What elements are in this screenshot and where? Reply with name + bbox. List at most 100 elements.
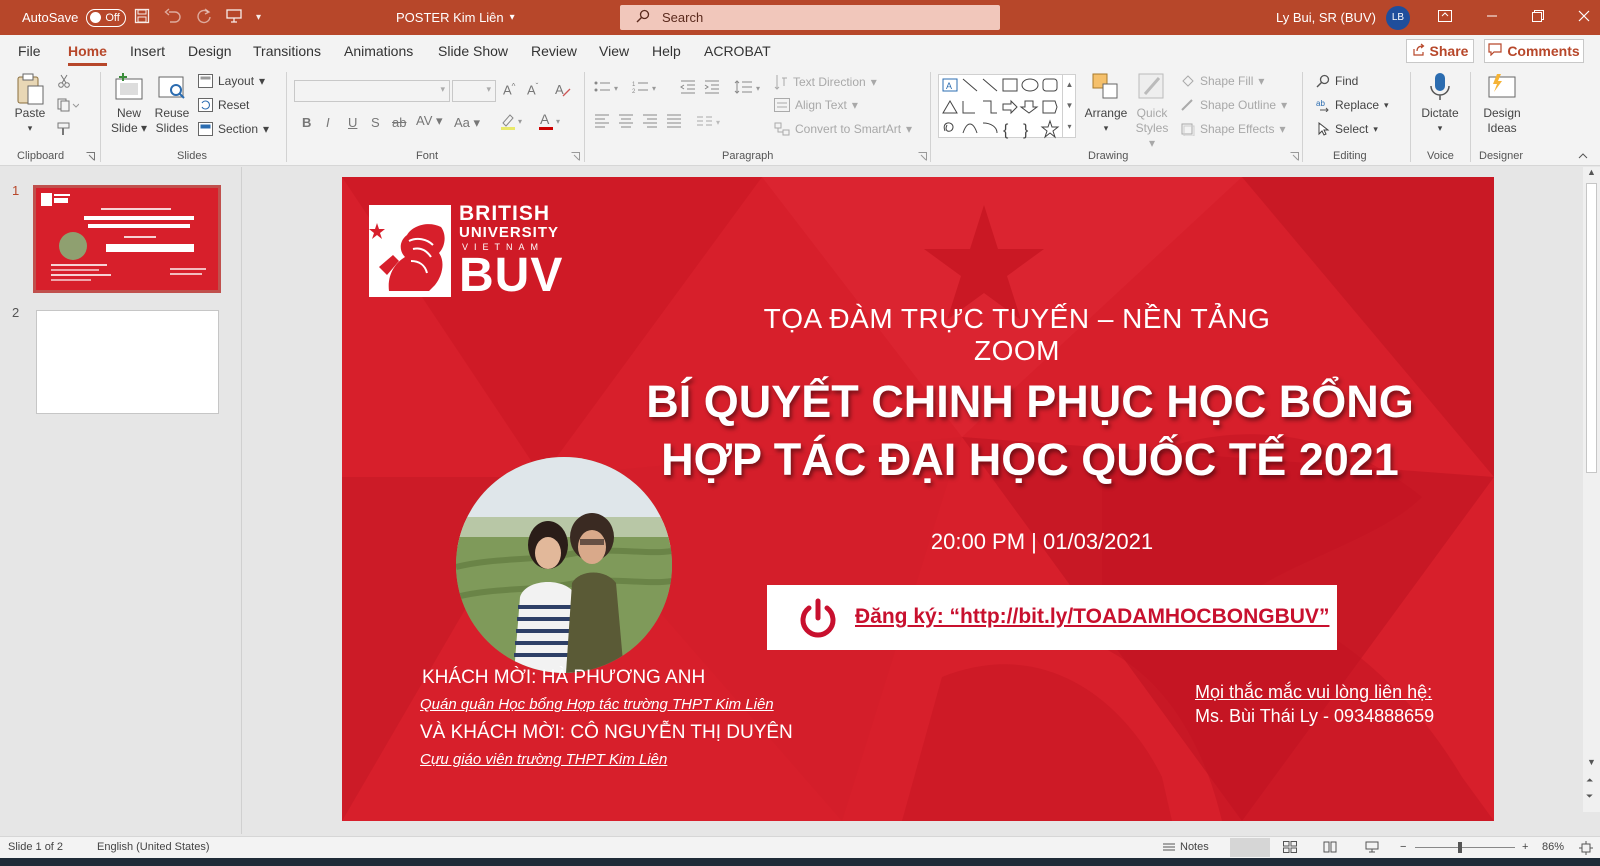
font-size-combo[interactable]: ▾ [452, 80, 496, 102]
columns-icon[interactable]: ▾ [696, 114, 726, 128]
new-slide-button[interactable]: New Slide ▾ [108, 72, 150, 136]
minimize-icon[interactable] [1486, 9, 1498, 26]
tab-help[interactable]: Help [652, 43, 681, 59]
text-direction-button[interactable]: Text Direction ▾ [774, 74, 877, 90]
arrange-button[interactable]: Arrange ▾ [1084, 72, 1128, 136]
font-color-icon[interactable]: A ▾ [538, 111, 564, 133]
decrease-indent-icon[interactable] [680, 80, 696, 94]
tab-view[interactable]: View [599, 43, 629, 59]
justify-icon[interactable] [666, 114, 682, 128]
fit-to-window-icon[interactable] [1579, 841, 1593, 858]
line-spacing-icon[interactable]: ▾ [734, 80, 764, 94]
tab-review[interactable]: Review [531, 43, 577, 59]
text-shadow-button[interactable]: S [371, 115, 380, 130]
comments-button[interactable]: Comments [1484, 39, 1584, 63]
font-name-combo[interactable]: ▾ [294, 80, 450, 102]
language-status[interactable]: English (United States) [97, 841, 210, 853]
slide-thumbnail-1[interactable] [33, 185, 221, 293]
drawing-launcher-icon[interactable] [1290, 152, 1299, 161]
design-ideas-button[interactable]: Design Ideas [1478, 72, 1526, 136]
document-title[interactable]: POSTER Kim Liên ▾ [396, 0, 515, 35]
slide-sorter-icon[interactable] [1283, 841, 1297, 856]
customize-qat-icon[interactable]: ▾ [256, 12, 261, 23]
align-left-icon[interactable] [594, 114, 610, 128]
reading-view-icon[interactable] [1323, 841, 1337, 856]
italic-button[interactable]: I [326, 115, 330, 130]
vertical-scrollbar[interactable]: ▲ ▼ ⏶ ⏷ [1583, 167, 1600, 812]
highlight-icon[interactable]: ▾ [500, 112, 526, 133]
previous-slide-icon[interactable]: ⏶ [1586, 775, 1593, 786]
clear-formatting-icon[interactable]: A [554, 82, 571, 100]
zoom-level[interactable]: 86% [1542, 841, 1564, 853]
zoom-slider[interactable] [1415, 847, 1515, 848]
tab-transitions[interactable]: Transitions [253, 43, 321, 59]
tab-animations[interactable]: Animations [344, 43, 413, 59]
align-center-icon[interactable] [618, 114, 634, 128]
numbering-icon[interactable]: 1 2 ▾ [632, 80, 662, 94]
bullets-icon[interactable]: ▾ [594, 80, 624, 94]
cut-icon[interactable] [57, 74, 71, 88]
decrease-font-icon[interactable]: Aˇ [527, 82, 538, 97]
save-icon[interactable] [134, 8, 150, 28]
shape-outline-button[interactable]: Shape Outline ▾ [1180, 98, 1287, 112]
find-button[interactable]: Find [1316, 74, 1358, 88]
slideshow-view-icon[interactable] [1365, 841, 1379, 856]
tab-insert[interactable]: Insert [130, 43, 165, 59]
shape-effects-button[interactable]: Shape Effects ▾ [1180, 122, 1286, 136]
align-text-button[interactable]: Align Text ▾ [774, 98, 858, 112]
zoom-out-icon[interactable]: − [1400, 841, 1406, 853]
paste-button[interactable]: Paste ▾ [12, 72, 48, 136]
account[interactable]: Ly Bui, SR (BUV) LB [1276, 0, 1410, 35]
slide-thumbnail-2[interactable] [36, 310, 219, 414]
restore-icon[interactable] [1532, 9, 1544, 26]
layout-button[interactable]: Layout ▾ [198, 74, 265, 88]
underline-button[interactable]: U [348, 115, 357, 130]
undo-icon[interactable] [164, 7, 182, 28]
search-box[interactable]: Search [620, 5, 1000, 30]
slide-canvas[interactable]: BRITISH UNIVERSITY VIETNAM BUV TỌA ĐÀM T… [342, 177, 1494, 821]
autosave-toggle[interactable]: Off [86, 8, 127, 27]
clipboard-launcher-icon[interactable] [86, 152, 95, 161]
dictate-button[interactable]: Dictate ▾ [1418, 72, 1462, 136]
avatar[interactable]: LB [1385, 5, 1410, 30]
tab-home[interactable]: Home [68, 43, 107, 66]
present-icon[interactable] [226, 8, 242, 28]
select-button[interactable]: Select ▾ [1316, 122, 1378, 136]
tab-slide-show[interactable]: Slide Show [438, 43, 508, 59]
registration-link[interactable]: Đăng ký: “http://bit.ly/TOADAMHOCBONGBUV… [855, 605, 1329, 629]
tab-design[interactable]: Design [188, 43, 232, 59]
copy-icon[interactable] [57, 98, 79, 112]
redo-icon[interactable] [196, 7, 212, 28]
next-slide-icon[interactable]: ⏷ [1586, 791, 1593, 802]
paragraph-launcher-icon[interactable] [918, 152, 927, 161]
character-spacing-button[interactable]: AV ▾ [416, 113, 443, 129]
notes-button[interactable]: Notes [1162, 841, 1209, 853]
close-icon[interactable] [1578, 9, 1590, 26]
scroll-down-icon[interactable]: ▼ [1587, 757, 1596, 767]
replace-button[interactable]: ab Replace ▾ [1316, 98, 1389, 112]
scroll-thumb[interactable] [1586, 183, 1597, 473]
shape-fill-button[interactable]: Shape Fill ▾ [1180, 74, 1264, 88]
reuse-slides-button[interactable]: Reuse Slides [152, 72, 192, 136]
quick-styles-button[interactable]: Quick Styles ▾ [1132, 72, 1172, 151]
zoom-in-icon[interactable]: + [1522, 841, 1528, 853]
tab-acrobat[interactable]: ACROBAT [704, 43, 771, 59]
bold-button[interactable]: B [302, 115, 311, 130]
ribbon-display-icon[interactable] [1438, 9, 1452, 26]
autosave[interactable]: AutoSave Off [22, 0, 127, 35]
increase-indent-icon[interactable] [704, 80, 720, 94]
font-launcher-icon[interactable] [571, 152, 580, 161]
strikethrough-button[interactable]: ab [392, 115, 406, 130]
format-painter-icon[interactable] [57, 122, 71, 136]
collapse-ribbon-icon[interactable] [1578, 152, 1588, 160]
shapes-gallery[interactable]: A {} [938, 74, 1076, 139]
align-right-icon[interactable] [642, 114, 658, 128]
change-case-button[interactable]: Aa ▾ [454, 115, 480, 131]
increase-font-icon[interactable]: A^ [503, 82, 515, 97]
zoom-slider-thumb[interactable] [1458, 842, 1462, 853]
convert-smartart-button[interactable]: Convert to SmartArt ▾ [774, 122, 912, 136]
shapes-gallery-scroll[interactable]: ▲ ▼ ▾ [1062, 74, 1076, 138]
tab-file[interactable]: File [18, 43, 41, 59]
share-button[interactable]: Share [1406, 39, 1474, 63]
scroll-up-icon[interactable]: ▲ [1587, 167, 1596, 177]
